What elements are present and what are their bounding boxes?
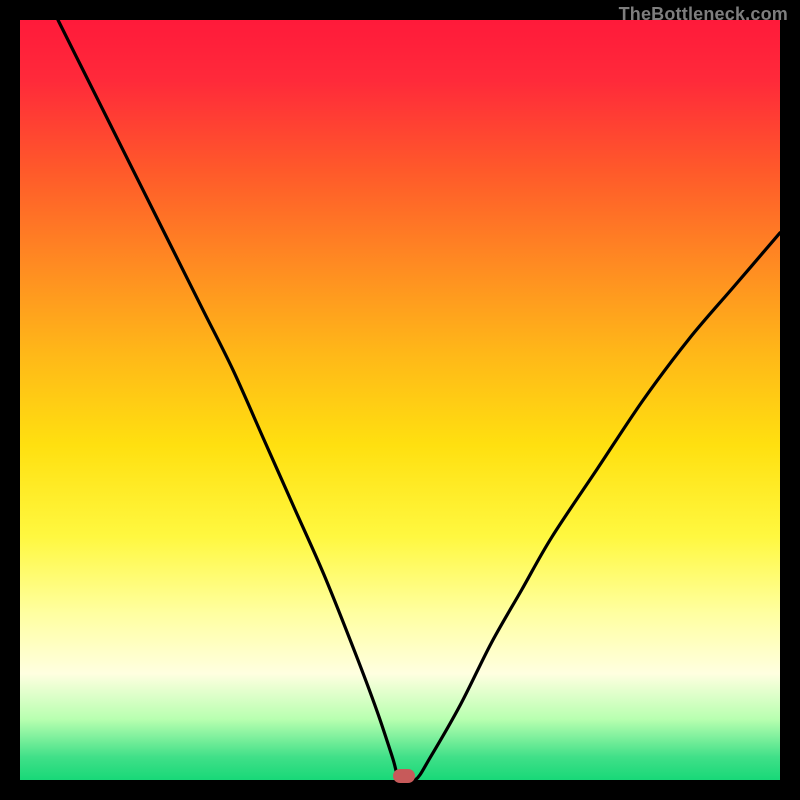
bottleneck-curve — [20, 20, 780, 780]
chart-frame: TheBottleneck.com — [0, 0, 800, 800]
optimal-point-marker — [393, 769, 415, 783]
